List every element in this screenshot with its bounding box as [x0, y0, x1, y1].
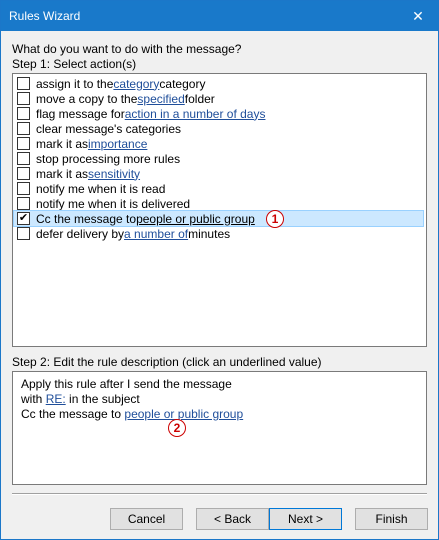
action-text: move a copy to the — [36, 91, 138, 106]
action-text: minutes — [188, 226, 231, 241]
checkmark-icon[interactable]: ✔ — [17, 212, 30, 225]
action-item-mark-importance[interactable]: mark it as importance — [14, 136, 423, 151]
rule-description-box: Apply this rule after I send the message… — [12, 371, 427, 485]
action-text: Cc the message to — [36, 211, 137, 226]
action-item-cc-message[interactable]: ✔ Cc the message to people or public gro… — [13, 210, 424, 228]
people-group-link[interactable]: people or public group — [136, 212, 255, 226]
checkbox[interactable] — [17, 197, 30, 210]
action-text: assign it to the — [36, 76, 114, 91]
action-text: notify me when it is delivered — [36, 196, 191, 211]
action-text: mark it as — [36, 136, 89, 151]
close-icon[interactable]: ✕ — [398, 1, 438, 31]
checkbox[interactable] — [17, 107, 30, 120]
action-item-notify-delivered[interactable]: notify me when it is delivered — [14, 196, 423, 211]
next-button[interactable]: Next > — [269, 508, 342, 530]
description-text: in the subject — [65, 392, 140, 406]
action-item-mark-sensitivity[interactable]: mark it as sensitivity — [14, 166, 423, 181]
finish-button[interactable]: Finish — [355, 508, 428, 530]
description-text: with — [21, 392, 46, 406]
action-text: clear message's categories — [36, 121, 182, 136]
description-line-1: Apply this rule after I send the message — [21, 377, 232, 391]
action-text: stop processing more rules — [36, 151, 181, 166]
description-line-3: Cc the message to people or public group — [21, 407, 243, 421]
rules-wizard-window: Rules Wizard ✕ What do you want to do wi… — [0, 0, 439, 540]
importance-link[interactable]: importance — [88, 137, 147, 151]
callout-badge-2: 2 — [168, 419, 186, 437]
action-item-notify-read[interactable]: notify me when it is read — [14, 181, 423, 196]
action-days-link[interactable]: action in a number of days — [125, 107, 266, 121]
category-link[interactable]: category — [113, 77, 159, 91]
sensitivity-link[interactable]: sensitivity — [88, 167, 140, 181]
checkbox[interactable] — [17, 122, 30, 135]
action-text: category — [159, 76, 206, 91]
step1-label: Step 1: Select action(s) — [12, 57, 137, 71]
description-text: Cc the message to — [21, 407, 125, 421]
action-item-stop-processing[interactable]: stop processing more rules — [14, 151, 423, 166]
checkbox[interactable] — [17, 77, 30, 90]
action-item-defer-delivery[interactable]: defer delivery by a number of minutes — [14, 226, 423, 241]
actions-list[interactable]: assign it to the category category move … — [12, 73, 427, 347]
checkbox[interactable] — [17, 137, 30, 150]
checkbox[interactable] — [17, 92, 30, 105]
checkbox[interactable] — [17, 167, 30, 180]
action-text: notify me when it is read — [36, 181, 166, 196]
description-line-2: with RE: in the subject — [21, 392, 140, 406]
window-title: Rules Wizard — [9, 9, 81, 23]
number-of-link[interactable]: a number of — [124, 227, 188, 241]
back-button[interactable]: < Back — [196, 508, 269, 530]
people-group-desc-link[interactable]: people or public group — [124, 407, 243, 421]
action-text: mark it as — [36, 166, 89, 181]
specified-link[interactable]: specified — [137, 92, 184, 106]
action-text: folder — [184, 91, 215, 106]
step2-label: Step 2: Edit the rule description (click… — [12, 355, 322, 369]
action-item-clear-categories[interactable]: clear message's categories — [14, 121, 423, 136]
action-item-move-copy[interactable]: move a copy to the specified folder — [14, 91, 423, 106]
button-separator — [12, 493, 427, 495]
checkbox[interactable] — [17, 152, 30, 165]
action-text: flag message for — [36, 106, 125, 121]
subject-re-link[interactable]: RE: — [46, 392, 66, 406]
question-label: What do you want to do with the message? — [12, 42, 242, 56]
action-item-assign-category[interactable]: assign it to the category category — [14, 76, 423, 91]
checkbox[interactable] — [17, 182, 30, 195]
cancel-button[interactable]: Cancel — [110, 508, 183, 530]
checkbox[interactable] — [17, 227, 30, 240]
title-bar: Rules Wizard ✕ — [1, 1, 438, 31]
action-text: defer delivery by — [36, 226, 125, 241]
action-item-flag-message[interactable]: flag message for action in a number of d… — [14, 106, 423, 121]
